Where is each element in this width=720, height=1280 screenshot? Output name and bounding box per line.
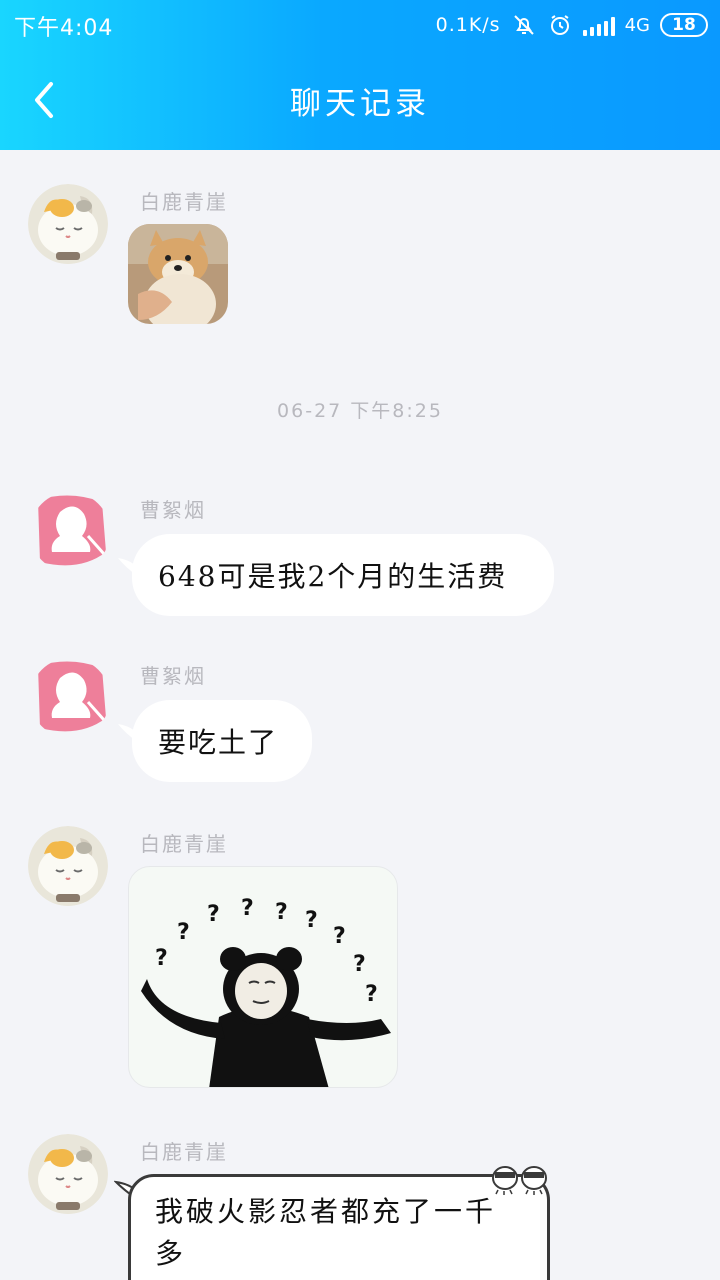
svg-text:?: ?: [305, 908, 318, 933]
svg-text:?: ?: [177, 920, 190, 945]
avatar-cat[interactable]: [28, 826, 108, 906]
svg-text:?: ?: [365, 982, 378, 1007]
shiba-dog-sticker[interactable]: [128, 224, 228, 324]
svg-text:?: ?: [207, 902, 220, 927]
sender-name: 曹絮烟: [140, 664, 206, 688]
avatar-cat[interactable]: [28, 1134, 108, 1214]
signal-icon: [582, 14, 615, 36]
message-text: 我破火影忍者都充了一千多: [155, 1195, 497, 1270]
svg-text:?: ?: [353, 952, 366, 977]
message-bubble[interactable]: 要吃土了: [132, 700, 312, 782]
svg-text:?: ?: [241, 896, 254, 921]
status-icons: 0.1K/s 4G 18: [436, 10, 708, 40]
sender-name: 白鹿青崖: [140, 1140, 228, 1164]
svg-text:?: ?: [333, 924, 346, 949]
mute-bell-icon: [511, 12, 537, 38]
sender-name: 白鹿青崖: [140, 190, 228, 214]
chat-history-screen: 下午4:04 0.1K/s 4G 18 聊天记录 白鹿青崖 06-27 下午8:…: [0, 0, 720, 1280]
shiba-dog-image: [128, 224, 228, 324]
sender-name: 白鹿青崖: [140, 832, 228, 856]
svg-text:?: ?: [275, 900, 288, 925]
panda-question-marks-sticker[interactable]: ? ? ? ? ? ? ? ? ?: [128, 866, 398, 1088]
avatar-cat[interactable]: [28, 184, 108, 264]
avatar-pink[interactable]: [30, 658, 110, 738]
status-time: 下午4:04: [14, 16, 114, 41]
bubble-eyes-decoration-icon: [492, 1166, 547, 1195]
pink-silhouette-avatar-icon: [30, 658, 110, 738]
message-text: 要吃土了: [158, 726, 279, 759]
message-bubble[interactable]: 648可是我2个月的生活费: [132, 534, 554, 616]
sender-name: 曹絮烟: [140, 498, 206, 522]
header-bar: 下午4:04 0.1K/s 4G 18 聊天记录: [0, 0, 720, 150]
message-bubble[interactable]: 我破火影忍者都充了一千多: [128, 1174, 550, 1280]
panda-meme-image: ? ? ? ? ? ? ? ? ?: [141, 896, 391, 1087]
svg-text:?: ?: [155, 946, 168, 971]
avatar-pink[interactable]: [30, 492, 110, 572]
cat-avatar-icon: [28, 184, 108, 264]
net-speed: 0.1K/s: [435, 14, 501, 36]
cat-avatar-icon: [28, 826, 108, 906]
cat-avatar-icon: [28, 1134, 108, 1214]
alarm-icon: [547, 12, 573, 38]
network-type: 4G: [624, 14, 650, 36]
battery-icon: 18: [660, 13, 708, 37]
page-title: 聊天记录: [290, 86, 430, 122]
time-separator: 06-27 下午8:25: [277, 400, 443, 422]
pink-silhouette-avatar-icon: [30, 492, 110, 572]
message-text: 648可是我2个月的生活费: [158, 560, 508, 593]
status-bar: 下午4:04 0.1K/s 4G 18: [0, 0, 720, 50]
